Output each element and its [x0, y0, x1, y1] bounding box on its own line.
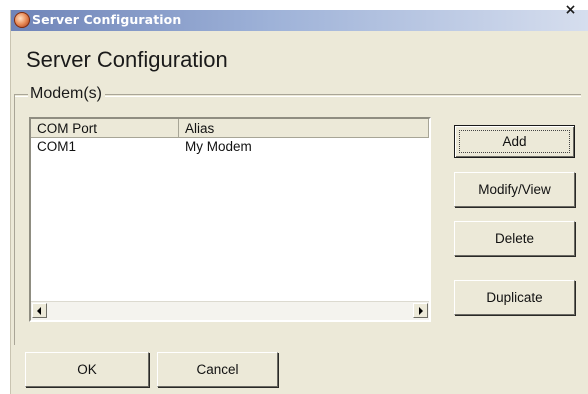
cell-alias: My Modem	[185, 139, 252, 154]
modify-view-button-label: Modify/View	[478, 182, 551, 197]
add-button[interactable]: Add	[454, 125, 575, 158]
duplicate-button-label: Duplicate	[486, 290, 543, 305]
modem-list[interactable]: COM Port Alias COM1 My Modem	[29, 117, 431, 322]
scroll-right-arrow-icon	[419, 307, 423, 315]
cell-com-port: COM1	[37, 139, 77, 154]
cancel-button[interactable]: Cancel	[157, 352, 278, 387]
add-button-label: Add	[502, 134, 527, 149]
scroll-right-button[interactable]	[413, 303, 428, 318]
scroll-left-arrow-icon	[37, 307, 41, 315]
ok-button-label: OK	[77, 362, 97, 377]
title-bar[interactable]: Server Configuration	[11, 10, 588, 31]
column-header-alias[interactable]: Alias	[179, 119, 429, 138]
page-title: Server Configuration	[26, 47, 228, 72]
duplicate-button[interactable]: Duplicate	[454, 280, 575, 315]
horizontal-scrollbar[interactable]	[31, 301, 429, 320]
list-header: COM Port Alias	[31, 119, 429, 138]
delete-button[interactable]: Delete	[454, 221, 575, 256]
window-title: Server Configuration	[32, 12, 182, 27]
close-button[interactable]: ×	[563, 1, 578, 19]
cancel-button-label: Cancel	[196, 362, 239, 377]
scrollbar-track[interactable]	[48, 303, 412, 318]
list-row[interactable]: COM1 My Modem	[31, 138, 429, 156]
server-config-globe-icon	[14, 12, 30, 28]
scroll-left-button[interactable]	[32, 303, 47, 318]
modems-group-label: Modem(s)	[28, 85, 106, 103]
ok-button[interactable]: OK	[25, 352, 149, 387]
modify-view-button[interactable]: Modify/View	[454, 172, 575, 207]
column-header-com-port[interactable]: COM Port	[31, 119, 179, 138]
delete-button-label: Delete	[494, 231, 535, 246]
